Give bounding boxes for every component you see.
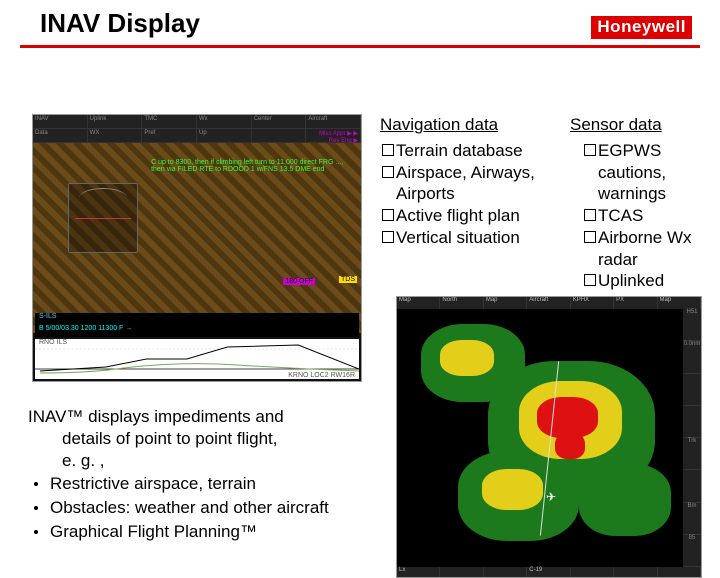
wx-side-cell: H51 [683,309,701,341]
checkbox-icon [584,144,596,156]
wx-menu: Aircraft [527,297,570,309]
sensor-item-label: Airborne Wx radar [598,227,720,271]
sub-up: Up [197,129,252,142]
tds-tag: TDS [339,276,357,283]
terrain-map: C up to 8300, then if climbing left turn… [33,143,361,333]
miss-appr: Miss Appr ▶ ▶ Rev Eng ▶ [306,129,361,142]
wx-menu: Map [397,297,440,309]
checkbox-icon [382,209,394,221]
wx-bot-cell: C-19 [527,567,570,577]
wx-side-scale: H51 0.0nm Trk Bm 85 [683,309,701,567]
summary-bullet-label: Graphical Flight Planning™ [50,521,257,543]
nav-item-label: Vertical situation [396,227,520,249]
nav-item-label: Active flight plan [396,205,520,227]
sensor-item-wxradar: Airborne Wx radar [570,227,720,271]
menu-center: Center [252,115,307,128]
vertical-profile: RNO ILS KRNO LOC2 RW16R [35,339,359,379]
wx-side-cell: Trk [683,438,701,470]
wx-bot-cell [484,567,527,577]
summary-lead-2: details of point to point flight, [28,428,388,450]
bullet-icon [34,482,38,486]
bullet-icon [34,506,38,510]
wx-side-cell [683,406,701,438]
summary-lead-1: INAV™ displays impediments and [28,406,388,428]
summary-bullet-gfp: Graphical Flight Planning™ [28,521,388,543]
wx-side-cell: Bm [683,503,701,535]
checkbox-icon [382,144,394,156]
nav-item-airspace: Airspace, Airways, Airports [380,162,565,206]
profile-left: RNO ILS [39,339,67,346]
sub-wx: WX [88,129,143,142]
sensor-data-heading: Sensor data [570,114,720,136]
wx-bot-cell: Lx [397,567,440,577]
checkbox-icon [382,231,394,243]
wx-side-cell [683,374,701,406]
summary-bullet-airspace: Restrictive airspace, terrain [28,473,388,495]
wx-menu: Map [658,297,701,309]
wx-side-cell [683,470,701,502]
sub-pref: Pref [142,129,197,142]
wx-side-cell: 0.0nm [683,341,701,373]
page-title: INAV Display [40,8,200,39]
menu-uplink: Uplink [88,115,143,128]
wx-bot-cell [614,567,657,577]
sensor-item-egpws: EGPWS cautions, warnings [570,140,720,205]
status-line-1: S-ILS [35,313,359,325]
nav-item-terrain: Terrain database [380,140,565,162]
wx-menu: PX [614,297,657,309]
sensor-item-label: TCAS [598,205,643,227]
summary-lead-3: e. g. , [28,450,388,472]
summary-block: INAV™ displays impediments and details o… [28,406,388,543]
wx-bot-cell [571,567,614,577]
menu-aircraft: Aircraft [306,115,361,128]
nav-item-vertical: Vertical situation [380,227,565,249]
summary-bullet-label: Restrictive airspace, terrain [50,473,256,495]
nav-item-label: Terrain database [396,140,523,162]
menu-tmc: TMC [142,115,197,128]
nav-item-label: Airspace, Airways, Airports [396,162,565,206]
aircraft-icon: ✈ [546,490,556,504]
sensor-item-label: EGPWS cautions, warnings [598,140,720,205]
status-line-2: B 5/00/03.30 1200 11300 F → [35,325,359,337]
wx-bot-cell [440,567,483,577]
brand-logo: Honeywell [591,16,692,39]
sensor-item-tcas: TCAS [570,205,720,227]
bullet-icon [34,530,38,534]
menu-wx: Wx [197,115,252,128]
wx-bot-cell [658,567,701,577]
sub-data: Data [33,129,88,142]
checkbox-icon [382,166,394,178]
profile-right: KRNO LOC2 RW16R [288,372,355,379]
checkbox-icon [584,231,596,243]
wx-menu: Map [484,297,527,309]
nav-data-column: Navigation data Terrain database Airspac… [380,114,565,249]
menu-inav: INAV [33,115,88,128]
attitude-indicator [68,183,138,253]
summary-bullet-obstacles: Obstacles: weather and other aircraft [28,497,388,519]
sensor-data-column: Sensor data EGPWS cautions, warnings TCA… [570,114,720,314]
clearance-text: C up to 8300, then if climbing left turn… [151,159,354,174]
nav-item-flightplan: Active flight plan [380,205,565,227]
weather-radar-display: Map North Map Aircraft KPHX PX Map [396,296,702,578]
hdg-off-tag: 180 OFF [283,278,315,285]
summary-bullet-label: Obstacles: weather and other aircraft [50,497,329,519]
nav-data-heading: Navigation data [380,114,565,136]
checkbox-icon [584,209,596,221]
wx-menu: KPHX [571,297,614,309]
wx-menu: North [440,297,483,309]
inav-cockpit-display: INAV Uplink TMC Wx Center Aircraft Data … [32,114,362,382]
wx-canvas: ✈ [397,309,701,567]
checkbox-icon [584,274,596,286]
